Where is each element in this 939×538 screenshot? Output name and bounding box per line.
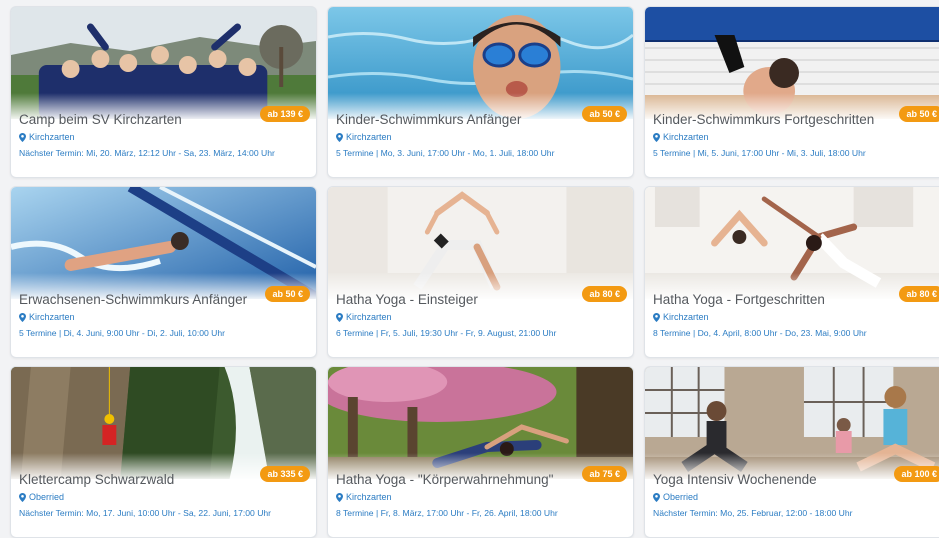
course-schedule: 5 Termine | Mo, 3. Juni, 17:00 Uhr - Mo,… bbox=[336, 148, 555, 158]
course-title[interactable]: Kinder-Schwimmkurs Fortgeschritten bbox=[653, 111, 939, 128]
course-grid: ab 139 € Camp beim SV Kirchzarten Kirchz… bbox=[10, 6, 939, 538]
course-location: Oberried bbox=[19, 492, 308, 503]
course-card[interactable]: ab 80 € Hatha Yoga - Fortgeschritten Kir… bbox=[644, 186, 939, 358]
card-body: Kinder-Schwimmkurs Anfänger Kirchzarten … bbox=[328, 93, 633, 159]
location-label: Kirchzarten bbox=[663, 312, 709, 322]
map-pin-icon bbox=[653, 313, 660, 322]
card-body: Hatha Yoga - Fortgeschritten Kirchzarten… bbox=[645, 273, 939, 339]
card-body: Erwachsenen-Schwimmkurs Anfänger Kirchza… bbox=[11, 273, 316, 339]
course-location: Kirchzarten bbox=[336, 312, 625, 323]
course-card[interactable]: ab 80 € Hatha Yoga - Einsteiger Kirchzar… bbox=[327, 186, 634, 358]
card-body: Hatha Yoga - Einsteiger Kirchzarten 6 Te… bbox=[328, 273, 633, 339]
map-pin-icon bbox=[336, 133, 343, 142]
map-pin-icon bbox=[19, 493, 26, 502]
course-title[interactable]: Hatha Yoga - Fortgeschritten bbox=[653, 291, 939, 308]
location-label: Oberried bbox=[663, 492, 699, 502]
price-badge: ab 75 € bbox=[582, 466, 627, 482]
location-label: Kirchzarten bbox=[29, 132, 75, 142]
course-schedule: 8 Termine | Fr, 8. März, 17:00 Uhr - Fr,… bbox=[336, 508, 558, 518]
course-location: Kirchzarten bbox=[336, 132, 625, 143]
location-label: Kirchzarten bbox=[29, 312, 75, 322]
card-body: Kinder-Schwimmkurs Fortgeschritten Kirch… bbox=[645, 93, 939, 159]
card-body: Hatha Yoga - "Körperwahrnehmung" Kirchza… bbox=[328, 453, 633, 519]
map-pin-icon bbox=[19, 313, 26, 322]
location-label: Kirchzarten bbox=[663, 132, 709, 142]
course-card[interactable]: ab 75 € Hatha Yoga - "Körperwahrnehmung"… bbox=[327, 366, 634, 538]
price-badge: ab 139 € bbox=[260, 106, 310, 122]
location-label: Kirchzarten bbox=[346, 132, 392, 142]
map-pin-icon bbox=[336, 313, 343, 322]
course-schedule: 5 Termine | Di, 4. Juni, 9:00 Uhr - Di, … bbox=[19, 328, 226, 338]
map-pin-icon bbox=[19, 133, 26, 142]
card-body: Yoga Intensiv Wochenende Oberried Nächst… bbox=[645, 453, 939, 519]
course-location: Kirchzarten bbox=[653, 132, 939, 143]
location-label: Oberried bbox=[29, 492, 65, 502]
price-badge: ab 50 € bbox=[899, 106, 939, 122]
course-schedule: Nächster Termin: Mi, 20. März, 12:12 Uhr… bbox=[19, 148, 275, 158]
course-card[interactable]: ab 50 € Erwachsenen-Schwimmkurs Anfänger… bbox=[10, 186, 317, 358]
map-pin-icon bbox=[653, 493, 660, 502]
course-card[interactable]: ab 50 € Kinder-Schwimmkurs Anfänger Kirc… bbox=[327, 6, 634, 178]
course-schedule: Nächster Termin: Mo, 25. Februar, 12:00 … bbox=[653, 508, 853, 518]
course-card[interactable]: ab 139 € Camp beim SV Kirchzarten Kirchz… bbox=[10, 6, 317, 178]
price-badge: ab 335 € bbox=[260, 466, 310, 482]
course-card[interactable]: ab 335 € Klettercamp Schwarzwald Oberrie… bbox=[10, 366, 317, 538]
price-badge: ab 80 € bbox=[582, 286, 627, 302]
course-card[interactable]: ab 50 € Kinder-Schwimmkurs Fortgeschritt… bbox=[644, 6, 939, 178]
map-pin-icon bbox=[653, 133, 660, 142]
price-badge: ab 80 € bbox=[899, 286, 939, 302]
map-pin-icon bbox=[336, 493, 343, 502]
course-location: Oberried bbox=[653, 492, 939, 503]
price-badge: ab 50 € bbox=[265, 286, 310, 302]
price-badge: ab 50 € bbox=[582, 106, 627, 122]
course-schedule: Nächster Termin: Mo, 17. Juni, 10:00 Uhr… bbox=[19, 508, 272, 518]
price-badge: ab 100 € bbox=[894, 466, 939, 482]
card-body: Klettercamp Schwarzwald Oberried Nächste… bbox=[11, 453, 316, 519]
course-schedule: 5 Termine | Mi, 5. Juni, 17:00 Uhr - Mi,… bbox=[653, 148, 866, 158]
course-schedule: 8 Termine | Do, 4. April, 8:00 Uhr - Do,… bbox=[653, 328, 867, 338]
course-location: Kirchzarten bbox=[19, 132, 308, 143]
course-location: Kirchzarten bbox=[336, 492, 625, 503]
course-card[interactable]: ab 100 € Yoga Intensiv Wochenende Oberri… bbox=[644, 366, 939, 538]
location-label: Kirchzarten bbox=[346, 312, 392, 322]
course-schedule: 6 Termine | Fr, 5. Juli, 19:30 Uhr - Fr,… bbox=[336, 328, 557, 338]
course-location: Kirchzarten bbox=[19, 312, 308, 323]
course-location: Kirchzarten bbox=[653, 312, 939, 323]
location-label: Kirchzarten bbox=[346, 492, 392, 502]
card-body: Camp beim SV Kirchzarten Kirchzarten Näc… bbox=[11, 93, 316, 159]
